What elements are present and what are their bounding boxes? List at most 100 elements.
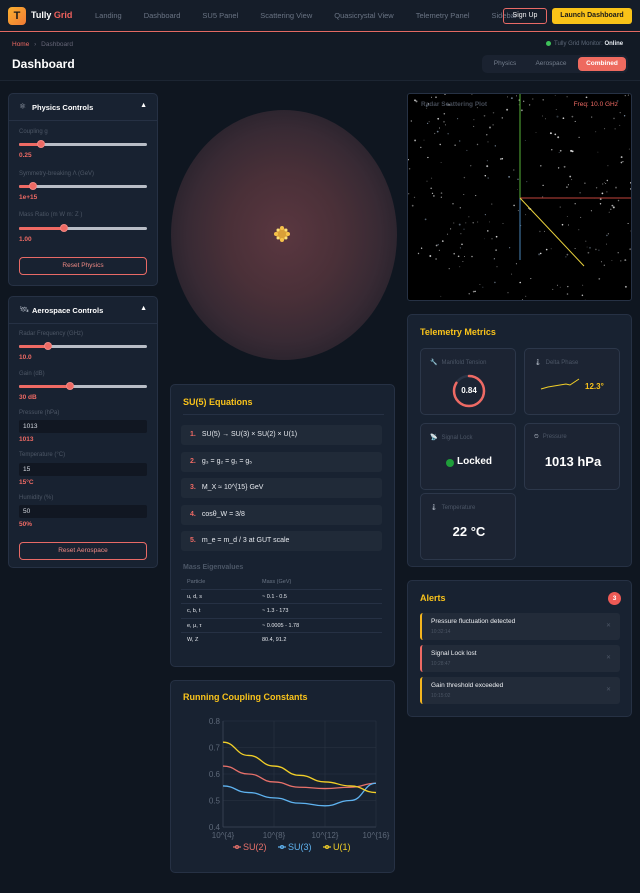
scatter-point (438, 127, 440, 129)
table-row: c, b, t ~ 1.3 - 173 (181, 604, 382, 619)
pressure-input[interactable]: 1013 (19, 420, 147, 433)
scatter-point (517, 189, 518, 190)
scatter-point (543, 230, 545, 232)
signup-button[interactable]: Sign Up (503, 8, 547, 24)
scatter-point (559, 149, 562, 152)
card-label: 🌡 Temperature (430, 504, 475, 511)
scatter-point (554, 133, 557, 136)
scatter-point (424, 218, 427, 221)
scatter-point (437, 243, 439, 246)
gain-slider[interactable] (19, 382, 147, 390)
tab-aerospace[interactable]: Aerospace (528, 57, 574, 71)
slider-thumb[interactable] (44, 342, 53, 350)
mass-ratio-slider[interactable] (19, 224, 147, 232)
humidity-input[interactable]: 50 (19, 505, 147, 518)
nav-link-landing[interactable]: Landing (95, 11, 122, 20)
aerospace-controls-header[interactable]: 🛰 Aerospace Controls ▲ (9, 297, 157, 324)
reset-aerospace-button[interactable]: Reset Aerospace (19, 542, 147, 560)
running-coupling-chart[interactable]: 0.40.50.60.70.810^{4} 10^{8} 10^{12} 10^{16… (171, 711, 396, 871)
legend-item[interactable]: SU(2) (233, 842, 267, 852)
scatter-point (623, 115, 626, 117)
slider-thumb[interactable] (59, 224, 68, 232)
scatter-point (595, 187, 598, 189)
nav-link-quasicrystal-view[interactable]: Quasicrystal View (334, 11, 393, 20)
scatter-point (517, 210, 519, 212)
dismiss-icon[interactable]: ✕ (606, 622, 611, 629)
slider-thumb[interactable] (29, 182, 38, 190)
scatter-point (622, 160, 624, 163)
quasicrystal-view[interactable] (170, 93, 397, 373)
tab-combined[interactable]: Combined (578, 57, 626, 71)
nav-link-telemetry-panel[interactable]: Telemetry Panel (416, 11, 470, 20)
legend-item[interactable]: U(1) (323, 842, 351, 852)
radar-beam-line (519, 197, 585, 267)
scatter-point (484, 175, 487, 177)
temperature-input[interactable]: 15 (19, 463, 147, 476)
alert-item[interactable]: Gain threshold exceeded 10:15:02 ✕ (420, 677, 620, 704)
scatter-point (528, 104, 531, 106)
symmetry-breaking-slider[interactable] (19, 182, 147, 190)
scatter-point (556, 115, 559, 118)
scatter-point (477, 221, 479, 223)
slider-fill (19, 385, 71, 388)
brand-first: Tully (31, 10, 52, 20)
launch-dashboard-button[interactable]: Launch Dashboard (552, 8, 632, 24)
scatter-point (582, 284, 584, 286)
scatter-point (559, 206, 561, 208)
slider-thumb[interactable] (66, 382, 75, 390)
scatter-point (448, 268, 450, 270)
alert-text: Gain threshold exceeded (431, 682, 504, 689)
collapse-caret-icon[interactable]: ▲ (140, 305, 147, 312)
monitor-online: Online (604, 41, 624, 48)
scatter-point (448, 103, 451, 106)
scatter-point (606, 243, 607, 245)
nav-link-su5-panel[interactable]: SU5 Panel (202, 11, 238, 20)
physics-controls-header[interactable]: ⚛ Physics Controls ▲ (9, 94, 157, 121)
equation-number: 2. (190, 458, 196, 465)
scatter-point (525, 295, 527, 297)
scatter-point (590, 210, 592, 212)
scatter-point (545, 248, 548, 251)
scatter-point (619, 124, 621, 126)
scatter-point (619, 111, 621, 114)
scatter-point (586, 246, 588, 248)
equation-text: cosθ_W = 3/8 (201, 511, 245, 518)
nav-link-dashboard[interactable]: Dashboard (144, 11, 181, 20)
app-logo[interactable]: T (8, 7, 26, 25)
slider-thumb[interactable] (36, 140, 45, 148)
nav-links: Landing Dashboard SU5 Panel Scattering V… (95, 11, 539, 20)
coupling-slider[interactable] (19, 140, 147, 148)
scatter-point (539, 252, 542, 255)
radar-scattering-plot[interactable]: Radar Scattering Plot Freq: 10.0 GHz (407, 93, 632, 301)
tab-physics[interactable]: Physics (486, 57, 524, 71)
scatter-point (558, 151, 560, 153)
breadcrumb-home[interactable]: Home (12, 41, 29, 48)
collapse-caret-icon[interactable]: ▲ (140, 102, 147, 109)
scatter-point (561, 223, 564, 226)
table-header-mass: Mass (GeV) (262, 579, 292, 585)
scatter-point (468, 293, 470, 295)
alert-item[interactable]: Pressure fluctuation detected 10:32:14 ✕ (420, 613, 620, 640)
scatter-point (474, 290, 476, 293)
scatter-point (627, 94, 629, 96)
brand-name[interactable]: Tully Grid (31, 10, 72, 20)
scatter-point (453, 252, 455, 255)
scatter-point (611, 260, 613, 262)
reset-physics-button[interactable]: Reset Physics (19, 257, 147, 275)
symmetry-breaking-value: 1e+15 (19, 194, 38, 201)
scatter-point (542, 99, 544, 101)
equation-text: m_e = m_d / 3 at GUT scale (201, 537, 290, 544)
nav-link-scattering-view[interactable]: Scattering View (260, 11, 312, 20)
equation-item: 2. g₃ = g₂ = g₁ = g₅ (181, 452, 382, 472)
radar-frequency-slider[interactable] (19, 342, 147, 350)
dismiss-icon[interactable]: ✕ (606, 654, 611, 661)
dismiss-icon[interactable]: ✕ (606, 686, 611, 693)
scatter-point (439, 143, 441, 146)
alert-item[interactable]: Signal Lock lost 10:28:47 ✕ (420, 645, 620, 672)
scatter-point (606, 234, 608, 237)
scatter-point (566, 253, 569, 256)
legend-item[interactable]: SU(3) (278, 842, 312, 852)
scatter-point (624, 285, 627, 288)
scatter-point (443, 112, 446, 115)
scatter-point (458, 223, 461, 226)
